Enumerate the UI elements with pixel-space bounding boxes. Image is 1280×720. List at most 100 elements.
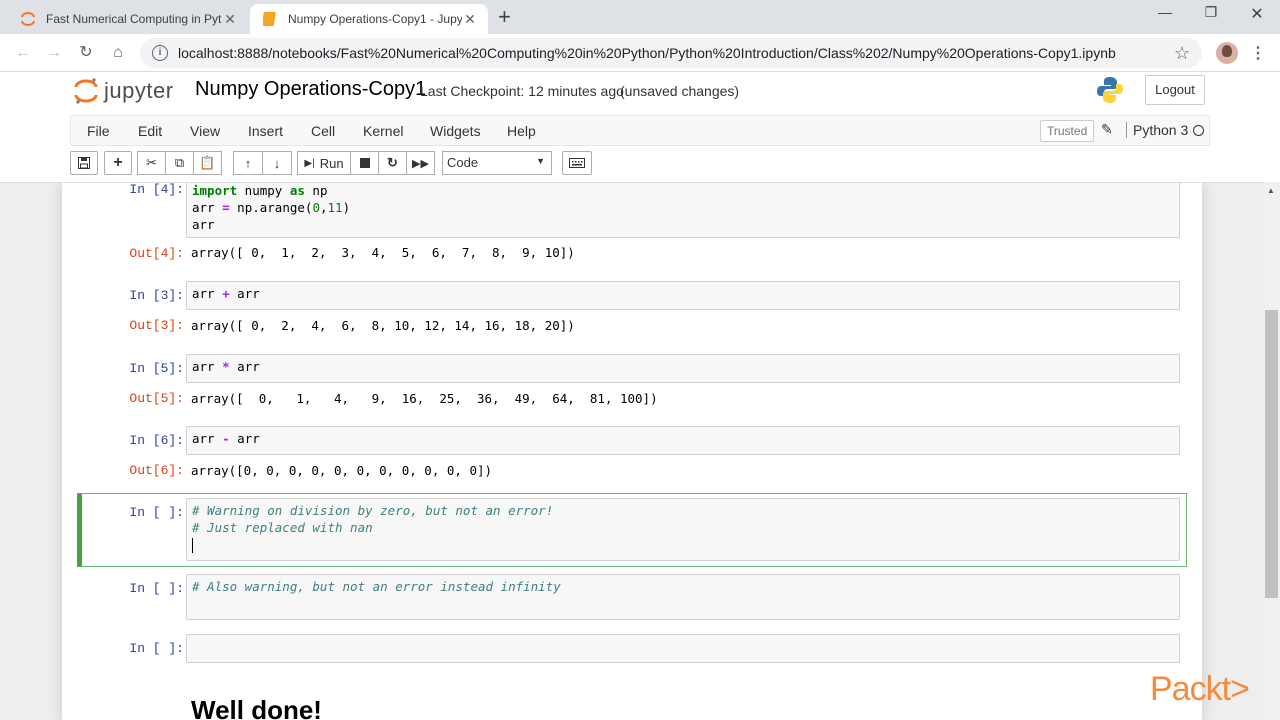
code-token: np.arange( — [229, 200, 313, 215]
new-tab-icon[interactable]: + — [498, 6, 511, 28]
cell-input[interactable]: arr * arr — [186, 354, 1180, 383]
code-token: ) — [342, 200, 351, 215]
menu-view[interactable]: View — [190, 123, 220, 139]
input-prompt: In [4]: — [129, 182, 184, 197]
tab-title: Numpy Operations-Copy1 - Jupy — [288, 12, 462, 26]
cell-input[interactable]: arr - arr — [186, 426, 1180, 455]
profile-avatar[interactable] — [1216, 42, 1238, 64]
menu-insert[interactable]: Insert — [248, 123, 283, 139]
output-prompt: Out[5]: — [129, 391, 184, 406]
cell-output: array([ 0, 1, 2, 3, 4, 5, 6, 7, 8, 9, 10… — [191, 245, 575, 260]
site-info-icon[interactable]: i — [152, 45, 168, 61]
output-prompt: Out[3]: — [129, 318, 184, 333]
plus-icon: + — [113, 154, 123, 171]
home-icon[interactable]: ⌂ — [107, 42, 129, 64]
cell-input[interactable] — [186, 634, 1180, 663]
input-prompt: In [ ]: — [129, 641, 184, 656]
code-token: arr — [229, 431, 260, 446]
minimize-icon[interactable]: — — [1142, 4, 1188, 20]
jupyter-logo-text: jupyter — [104, 78, 174, 103]
output-prompt: Out[4]: — [129, 246, 184, 261]
run-group: ▶| Run ↻ ▶▶ — [297, 151, 435, 175]
menu-widgets[interactable]: Widgets — [430, 123, 481, 139]
cell-input[interactable]: import numpy as np arr = np.arange(0,11)… — [186, 183, 1180, 238]
paste-button[interactable]: 📋 — [193, 151, 222, 175]
run-button[interactable]: ▶| Run — [297, 151, 351, 175]
menu-file[interactable]: File — [87, 123, 110, 139]
cut-button[interactable]: ✂ — [137, 151, 166, 175]
code-token: arr — [192, 286, 223, 301]
close-tab-icon[interactable]: ✕ — [462, 11, 478, 27]
browser-tab-bar: Fast Numerical Computing in Pyt ✕ Numpy … — [0, 0, 1280, 34]
input-prompt: In [ ]: — [129, 581, 184, 596]
jupyter-favicon-icon — [20, 11, 36, 27]
forward-icon[interactable]: → — [43, 42, 65, 64]
save-icon — [78, 157, 90, 169]
stop-icon — [359, 158, 370, 168]
logout-button[interactable]: Logout — [1145, 75, 1205, 105]
restore-icon[interactable]: ❐ — [1188, 4, 1234, 21]
insert-cell-button[interactable]: + — [104, 151, 132, 175]
interrupt-button[interactable] — [350, 151, 379, 175]
code-token: np — [304, 183, 328, 198]
browser-tab-inactive[interactable]: Fast Numerical Computing in Pyt ✕ — [8, 4, 248, 34]
step-forward-icon: ▶| — [304, 157, 315, 169]
move-up-button[interactable]: ↑ — [233, 151, 263, 175]
browser-tab-active[interactable]: Numpy Operations-Copy1 - Jupy ✕ — [250, 4, 488, 34]
scissors-icon: ✂ — [146, 155, 157, 170]
move-down-button[interactable]: ↓ — [262, 151, 292, 175]
code-token: 11 — [327, 200, 343, 215]
menu-edit[interactable]: Edit — [138, 123, 162, 139]
notebook-favicon-icon — [262, 11, 278, 27]
code-token: import — [192, 183, 238, 198]
menu-kernel[interactable]: Kernel — [363, 123, 403, 139]
address-bar[interactable]: i localhost:8888/notebooks/Fast%20Numeri… — [140, 38, 1202, 68]
restart-button[interactable]: ↻ — [378, 151, 407, 175]
jupyter-logo[interactable]: jupyter — [74, 76, 174, 106]
fast-forward-icon: ▶▶ — [412, 157, 429, 170]
code-token: arr — [192, 200, 223, 215]
save-button[interactable] — [70, 151, 98, 175]
notebook-area: In [4]: import numpy as np arr = np.aran… — [0, 182, 1280, 720]
back-icon[interactable]: ← — [12, 42, 34, 64]
command-palette-button[interactable] — [562, 151, 592, 175]
input-prompt: In [5]: — [129, 361, 184, 376]
kernel-name[interactable]: Python 3 — [1126, 122, 1188, 138]
input-prompt: In [6]: — [129, 433, 184, 448]
cell-output: array([ 0, 1, 4, 9, 16, 25, 36, 49, 64, … — [191, 391, 658, 406]
text-cursor — [192, 538, 193, 553]
chevron-down-icon: ▼ — [536, 156, 545, 166]
close-tab-icon[interactable]: ✕ — [222, 11, 238, 27]
input-prompt: In [ ]: — [129, 505, 184, 520]
cell-input[interactable]: # Also warning, but not an error instead… — [186, 574, 1180, 620]
cell-type-value: Code — [447, 155, 479, 170]
page-scrollbar[interactable]: ▲ — [1263, 182, 1280, 720]
jupyter-logo-icon — [74, 78, 98, 104]
markdown-heading: Well done! — [191, 695, 322, 720]
kernel-idle-indicator-icon — [1193, 125, 1204, 136]
python-logo-icon — [1096, 76, 1124, 109]
copy-button[interactable]: ⧉ — [165, 151, 194, 175]
keyboard-icon — [569, 158, 585, 168]
restart-icon: ↻ — [387, 155, 398, 170]
trusted-badge[interactable]: Trusted — [1040, 120, 1095, 142]
code-token: + — [222, 286, 230, 301]
reload-icon[interactable]: ↻ — [75, 42, 97, 64]
cell-type-select[interactable]: Code ▼ — [442, 151, 552, 175]
cell-input[interactable]: # Warning on division by zero, but not a… — [186, 498, 1180, 561]
code-token: , — [319, 200, 328, 215]
scrollbar-thumb[interactable] — [1265, 310, 1278, 598]
menu-cell[interactable]: Cell — [311, 123, 335, 139]
window-close-icon[interactable]: ✕ — [1234, 4, 1280, 24]
restart-run-all-button[interactable]: ▶▶ — [406, 151, 435, 175]
cell-input[interactable]: arr + arr — [186, 281, 1180, 310]
browser-menu-icon[interactable]: ⋮ — [1250, 43, 1266, 63]
notebook-title[interactable]: Numpy Operations-Copy1 — [195, 78, 426, 101]
bookmark-star-icon[interactable]: ☆ — [1174, 43, 1190, 64]
packt-watermark: Packt> — [1150, 670, 1250, 708]
code-token: - — [222, 431, 230, 446]
paste-icon: 📋 — [199, 155, 216, 170]
scroll-up-icon[interactable]: ▲ — [1267, 186, 1275, 195]
menu-help[interactable]: Help — [507, 123, 536, 139]
output-prompt: Out[6]: — [129, 463, 184, 478]
